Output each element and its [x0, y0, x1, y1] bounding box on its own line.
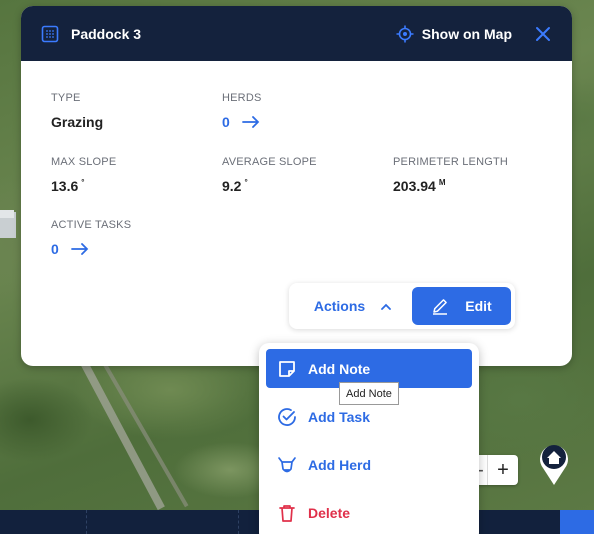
arrow-right-icon: [241, 116, 260, 128]
panel-header: Paddock 3 Show on Map: [21, 6, 572, 61]
menu-item-label: Add Task: [308, 408, 370, 425]
trash-icon: [279, 504, 295, 522]
chevron-up-icon: [381, 303, 392, 310]
pencil-icon: [433, 299, 448, 315]
paddock-grid-icon: [41, 25, 59, 42]
crosshair-icon: [396, 25, 414, 42]
menu-item-label: Delete: [308, 504, 351, 521]
home-pin-icon[interactable]: [537, 440, 571, 486]
field-herds: HERDS 0: [222, 92, 262, 130]
field-value: 13.6 °: [51, 178, 85, 194]
zoom-controls: - +: [474, 455, 518, 485]
menu-item-add-herd[interactable]: Add Herd: [266, 445, 472, 484]
bottom-bar-accent[interactable]: [560, 510, 594, 534]
herds-link[interactable]: 0: [222, 114, 262, 130]
cow-head-icon: [278, 456, 296, 472]
field-value: Grazing: [51, 114, 104, 130]
menu-item-label: Add Herd: [308, 456, 371, 473]
menu-item-delete[interactable]: Delete: [266, 493, 472, 532]
actions-dropdown-button[interactable]: Actions: [293, 298, 412, 314]
note-icon: [279, 360, 295, 377]
tooltip: Add Note: [339, 382, 399, 405]
map-road: [78, 356, 165, 511]
field-label: PERIMETER LENGTH: [393, 156, 509, 168]
field-label: ACTIVE TASKS: [51, 219, 132, 231]
bottom-bar-divider: [86, 510, 87, 534]
field-label: AVERAGE SLOPE: [222, 156, 317, 168]
zoom-in-button[interactable]: +: [488, 455, 518, 485]
field-max-slope: MAX SLOPE 13.6 °: [51, 156, 116, 194]
field-label: HERDS: [222, 92, 262, 104]
field-perimeter-length: PERIMETER LENGTH 203.94 M: [393, 156, 508, 194]
show-on-map-label: Show on Map: [421, 25, 512, 42]
field-label: MAX SLOPE: [51, 156, 117, 168]
map-building-roof: [0, 210, 14, 218]
field-active-tasks: ACTIVE TASKS 0: [51, 219, 131, 257]
field-type: TYPE Grazing: [51, 92, 103, 130]
actions-menu: Add Note Add Task Add Herd Delete: [259, 343, 479, 534]
edit-button[interactable]: Edit: [412, 287, 511, 325]
actions-bar: Actions Edit: [289, 283, 515, 329]
show-on-map-button[interactable]: Show on Map: [396, 25, 512, 43]
panel-title: Paddock 3: [71, 25, 142, 42]
actions-label: Actions: [313, 298, 366, 314]
check-circle-icon: [278, 407, 296, 426]
arrow-right-icon: [70, 243, 89, 255]
menu-item-label: Add Note: [308, 360, 371, 377]
field-label: TYPE: [51, 92, 81, 104]
close-icon[interactable]: [534, 25, 552, 43]
field-average-slope: AVERAGE SLOPE 9.2 °: [222, 156, 317, 194]
field-value: 9.2 °: [222, 178, 248, 194]
field-value: 203.94 M: [393, 178, 446, 194]
bottom-bar-divider: [238, 510, 239, 534]
edit-label: Edit: [465, 298, 492, 314]
active-tasks-link[interactable]: 0: [51, 241, 131, 257]
